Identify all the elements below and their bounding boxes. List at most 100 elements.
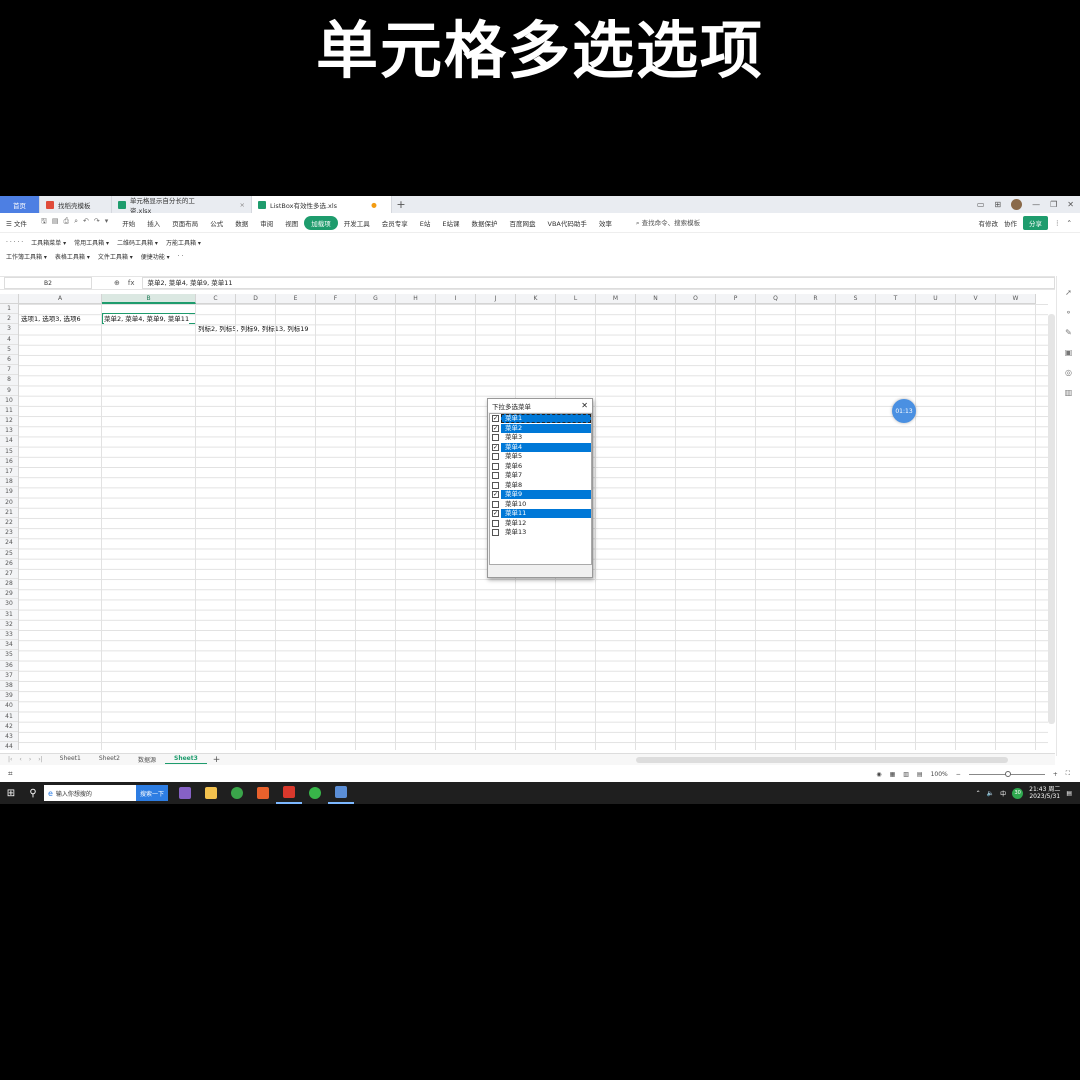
undo-icon[interactable]: ↶ <box>83 217 89 228</box>
command-search[interactable]: ⌕ 查找命令、搜索模板 <box>618 217 700 228</box>
ribbon-tab[interactable]: 页面布局 <box>166 218 204 228</box>
notification-icon[interactable]: ▤ <box>1066 790 1072 797</box>
row-header[interactable]: 4 <box>0 335 18 345</box>
checkbox-icon[interactable] <box>492 472 499 480</box>
listbox-item[interactable]: 菜单12 <box>490 519 591 529</box>
row-header[interactable]: 2 <box>0 314 18 325</box>
formula-input[interactable]: 菜单2, 菜单4, 菜单9, 菜单11 <box>142 277 1055 289</box>
taskbar-search-input[interactable]: e 输入你想搜的 <box>44 785 136 801</box>
row-header[interactable]: 18 <box>0 477 18 488</box>
prev-sheet-icon[interactable]: ‹ <box>19 756 21 763</box>
row-header[interactable]: 7 <box>0 365 18 376</box>
ribbon-tab[interactable]: 会员专享 <box>376 218 414 228</box>
row-header[interactable]: 36 <box>0 661 18 671</box>
close-icon[interactable]: ✕ <box>1067 200 1074 209</box>
row-header[interactable]: 9 <box>0 386 18 396</box>
checkbox-checked-icon[interactable]: ✓ <box>492 415 499 423</box>
taskbar-search-button[interactable]: 搜索一下 <box>136 785 168 801</box>
listbox-item[interactable]: ✓ 菜单9 <box>490 490 591 500</box>
addin-menu[interactable]: · · · · · <box>6 239 23 246</box>
search-icon[interactable]: ⚲ <box>22 782 44 804</box>
zoom-slider-knob[interactable] <box>1004 770 1011 777</box>
column-header[interactable]: J <box>476 294 516 304</box>
next-sheet-icon[interactable]: › <box>29 756 31 763</box>
book-icon[interactable]: ▥ <box>1065 388 1073 397</box>
chevron-down-icon[interactable]: ▾ <box>105 217 109 228</box>
ribbon-tab[interactable]: E站课 <box>436 218 465 228</box>
row-header[interactable]: 27 <box>0 569 18 580</box>
horizontal-scrollbar[interactable] <box>636 757 1008 763</box>
ribbon-tab[interactable]: 数据 <box>229 218 254 228</box>
tab-workbook-1[interactable]: 单元格显示自分长的工资.xlsx × <box>112 196 252 215</box>
checkbox-checked-icon[interactable]: ✓ <box>492 491 499 499</box>
collaborate-button[interactable]: 协作 <box>1004 218 1017 228</box>
ribbon-tab[interactable]: 加载项 <box>304 215 338 230</box>
row-header[interactable]: 8 <box>0 375 18 386</box>
save-icon[interactable]: 🖫 <box>41 217 47 228</box>
row-header[interactable]: 15 <box>0 447 18 457</box>
listbox-item[interactable]: ✓ 菜单2 <box>490 423 591 434</box>
column-header[interactable]: P <box>716 294 756 304</box>
row-header[interactable]: 32 <box>0 620 18 630</box>
column-header[interactable]: N <box>636 294 676 304</box>
row-header[interactable]: 28 <box>0 579 18 590</box>
row-header[interactable]: 41 <box>0 712 18 722</box>
row-header[interactable]: 16 <box>0 457 18 467</box>
column-header[interactable]: Q <box>756 294 796 304</box>
macro-icon[interactable]: ⌗ <box>0 769 13 779</box>
redo-icon[interactable]: ↷ <box>94 217 100 228</box>
row-header[interactable]: 34 <box>0 640 18 651</box>
row-header[interactable]: 43 <box>0 732 18 743</box>
ribbon-tab[interactable]: 百度网盘 <box>504 218 542 228</box>
close-icon[interactable]: ✕ <box>581 401 588 410</box>
row-header[interactable]: 44 <box>0 742 18 750</box>
row-header[interactable]: 10 <box>0 396 18 406</box>
column-header[interactable]: M <box>596 294 636 304</box>
listbox-item[interactable]: 菜单3 <box>490 433 591 443</box>
more-icon[interactable]: ⋮ <box>1054 219 1061 227</box>
column-header[interactable]: O <box>676 294 716 304</box>
print-preview-icon[interactable]: ▤ <box>52 217 59 228</box>
backup-icon[interactable]: ◎ <box>1065 368 1072 377</box>
addin-menu[interactable]: 表格工具箱 ▾ <box>55 252 90 261</box>
row-header[interactable]: 23 <box>0 528 18 539</box>
notification-badge[interactable]: 30 <box>1012 787 1024 799</box>
ribbon-tab[interactable]: 数据保护 <box>466 218 504 228</box>
restore-icon[interactable]: ❐ <box>1050 200 1057 209</box>
row-header[interactable]: 37 <box>0 671 18 681</box>
row-header[interactable]: 40 <box>0 701 18 712</box>
eye-icon[interactable]: ◉ <box>876 771 881 778</box>
column-header[interactable]: S <box>836 294 876 304</box>
row-header[interactable]: 6 <box>0 355 18 366</box>
grid-icon[interactable]: ⊞ <box>994 200 1001 209</box>
ribbon-tab[interactable]: VBA代码助手 <box>542 218 593 228</box>
tab-template[interactable]: 找稻壳模板 <box>40 196 112 213</box>
cell-b2[interactable]: 菜单2, 菜单4, 菜单9, 菜单11 <box>104 314 190 325</box>
ribbon-tab[interactable]: 开始 <box>116 218 141 228</box>
ribbon-tab[interactable]: 视图 <box>279 218 304 228</box>
row-header[interactable]: 19 <box>0 487 18 498</box>
ribbon-tab[interactable]: 插入 <box>141 218 166 228</box>
addin-menu[interactable]: 便捷功能 ▾ <box>141 252 170 261</box>
sheet-tab[interactable]: Sheet3 <box>165 755 207 764</box>
zoom-slider[interactable] <box>968 770 1045 777</box>
checkbox-checked-icon[interactable]: ✓ <box>492 424 499 432</box>
addin-menu[interactable]: · · <box>178 253 184 260</box>
file-explorer-icon[interactable] <box>198 782 224 804</box>
row-header[interactable]: 38 <box>0 681 18 692</box>
listbox[interactable]: ✓ 菜单1 ✓ 菜单2 菜单3 ✓ 菜单4 菜单5 菜单6 菜单7 菜单8 ✓ 菜单9 菜单10 ✓ 菜单11… <box>489 413 592 565</box>
select-all-corner[interactable] <box>0 294 19 304</box>
row-header[interactable]: 24 <box>0 538 18 549</box>
ribbon-tab[interactable]: E站 <box>414 218 437 228</box>
tab-workbook-2[interactable]: ListBox有效性多选.xls ● <box>252 196 392 213</box>
row-header[interactable]: 30 <box>0 599 18 610</box>
column-header[interactable]: V <box>956 294 996 304</box>
chevron-up-icon[interactable]: ⌃ <box>976 790 981 797</box>
listbox-item[interactable]: 菜单8 <box>490 481 591 491</box>
row-header[interactable]: 31 <box>0 610 18 620</box>
first-sheet-icon[interactable]: |‹ <box>8 756 12 763</box>
row-header[interactable]: 39 <box>0 691 18 702</box>
ime-indicator[interactable]: 中 <box>1000 789 1006 798</box>
cell-a2[interactable]: 选项1, 选项3, 选项6 <box>21 314 81 324</box>
listbox-item[interactable]: 菜单10 <box>490 500 591 510</box>
